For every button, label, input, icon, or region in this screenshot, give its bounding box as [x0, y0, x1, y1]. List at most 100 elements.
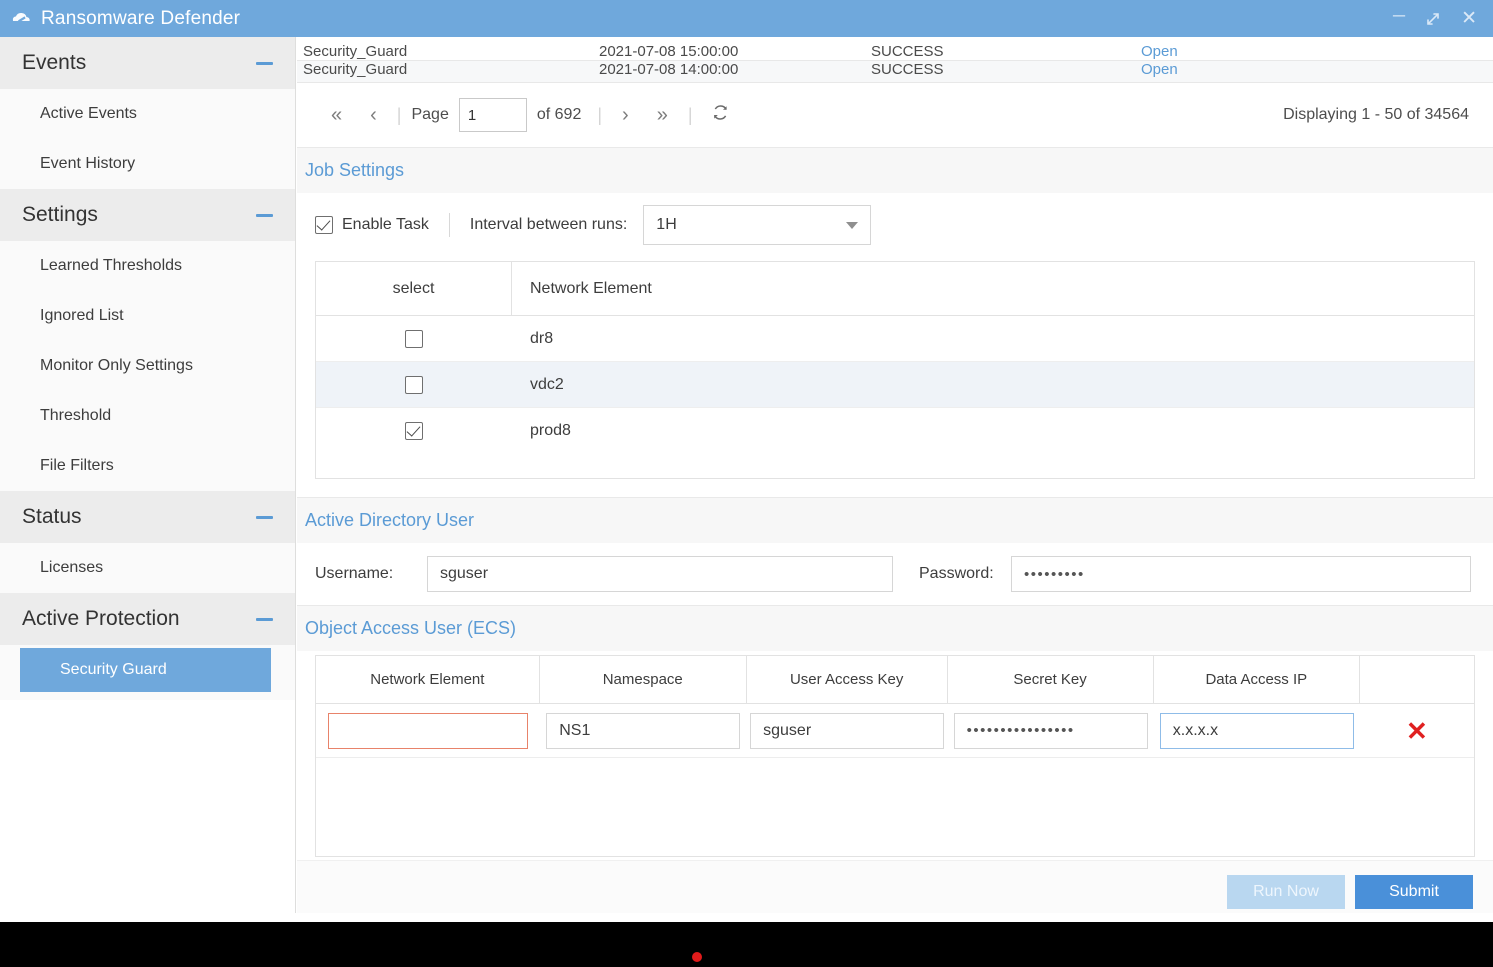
data-access-ip-field[interactable]: x.x.x.x — [1159, 712, 1354, 749]
prev-page-icon[interactable]: ‹ — [356, 105, 391, 125]
minimize-icon[interactable]: ─ — [1393, 7, 1405, 24]
event-name: Security_Guard — [303, 43, 408, 60]
sidebar-group-events[interactable]: Events — [0, 37, 295, 89]
password-value: ••••••••• — [1024, 565, 1085, 583]
maximize-icon[interactable] — [1425, 11, 1441, 27]
row-checkbox[interactable] — [405, 329, 423, 348]
sidebar-group-title: Status — [22, 505, 82, 528]
divider: | — [396, 104, 402, 125]
object-access-user-table: Network Element Namespace User Access Ke… — [315, 655, 1475, 857]
sidebar-item-threshold[interactable]: Threshold — [0, 391, 295, 441]
table-row[interactable]: prod8 — [316, 408, 1474, 454]
sidebar-group-status[interactable]: Status — [0, 491, 295, 543]
row-select-cell — [316, 375, 512, 394]
delete-row-icon[interactable]: ✕ — [1406, 718, 1428, 744]
next-page-icon[interactable]: › — [608, 105, 643, 125]
active-directory-fields: Username: sguser Password: ••••••••• — [297, 543, 1493, 605]
first-page-icon[interactable]: « — [317, 105, 356, 125]
table-header-row: Network Element Namespace User Access Ke… — [316, 656, 1474, 704]
sidebar-item-file-filters[interactable]: File Filters — [0, 441, 295, 491]
divider: | — [597, 104, 603, 125]
network-element-select[interactable] — [327, 712, 528, 749]
minus-icon[interactable] — [256, 515, 273, 519]
username-field[interactable]: sguser — [427, 556, 893, 592]
row-checkbox[interactable] — [405, 375, 423, 394]
section-title: Job Settings — [305, 160, 405, 180]
table-row[interactable]: vdc2 — [316, 362, 1474, 408]
sidebar-group-body-events: Active Events Event History — [0, 89, 295, 189]
application-window: Ransomware Defender ─ ✕ Events Active Ev… — [0, 0, 1493, 967]
divider — [448, 213, 450, 237]
page-label: Page — [411, 106, 449, 123]
last-page-icon[interactable]: » — [643, 105, 682, 125]
data-access-ip-value: x.x.x.x — [1172, 721, 1219, 739]
password-field[interactable]: ••••••••• — [1011, 556, 1471, 592]
secret-key-field[interactable]: •••••••••••••••• — [953, 712, 1148, 749]
sidebar-group-body-active-protection: Security Guard — [0, 645, 295, 700]
table-row[interactable]: dr8 — [316, 316, 1474, 362]
section-title: Active Directory User — [305, 510, 475, 530]
interval-select[interactable]: 1H — [643, 205, 872, 245]
table-row: NS1 sguser •••••••••••••••• x.x.x.x ✕ — [316, 704, 1474, 758]
column-header-network-element: Network Element — [316, 656, 540, 703]
column-header-secret-key: Secret Key — [948, 656, 1154, 703]
sidebar-item-learned-thresholds[interactable]: Learned Thresholds — [0, 241, 295, 291]
window-title: Ransomware Defender — [41, 7, 241, 29]
sidebar-item-monitor-only-settings[interactable]: Monitor Only Settings — [0, 341, 295, 391]
minus-icon[interactable] — [256, 617, 273, 621]
sidebar-group-settings[interactable]: Settings — [0, 189, 295, 241]
column-header-namespace: Namespace — [540, 656, 747, 703]
pagination-bar: « ‹ | Page of 692 | › » | Displaying 1 -… — [297, 83, 1493, 147]
window-bottom-edge — [0, 913, 1493, 922]
sidebar-group-title: Active Protection — [22, 607, 180, 630]
sidebar-item-active-events[interactable]: Active Events — [0, 89, 295, 139]
event-date: 2021-07-08 15:00:00 — [599, 43, 739, 60]
close-icon[interactable]: ✕ — [1461, 9, 1477, 28]
namespace-field[interactable]: NS1 — [546, 712, 741, 749]
sidebar-item-security-guard[interactable]: Security Guard — [20, 648, 271, 692]
secret-key-value: •••••••••••••••• — [966, 722, 1075, 739]
table-empty-space — [316, 758, 1474, 856]
user-access-key-field[interactable]: sguser — [750, 712, 945, 749]
minus-icon[interactable] — [256, 213, 273, 217]
sidebar-group-active-protection[interactable]: Active Protection — [0, 593, 295, 645]
event-status: SUCCESS — [871, 43, 944, 60]
event-open-link[interactable]: Open — [1141, 43, 1178, 60]
column-header-data-access-ip: Data Access IP — [1154, 656, 1360, 703]
sidebar-group-title: Events — [22, 51, 87, 74]
chevron-down-icon — [846, 221, 859, 229]
section-header-job-settings: Job Settings — [297, 147, 1493, 193]
sidebar-group-title: Settings — [22, 203, 98, 226]
event-open-link[interactable]: Open — [1141, 61, 1178, 78]
cell-user-access-key: sguser — [747, 704, 948, 757]
cell-namespace: NS1 — [540, 704, 747, 757]
table-row[interactable]: Security_Guard 2021-07-08 15:00:00 SUCCE… — [297, 37, 1493, 61]
run-now-button[interactable]: Run Now — [1227, 874, 1345, 909]
enable-task-checkbox[interactable] — [315, 216, 333, 234]
section-header-active-directory-user: Active Directory User — [297, 497, 1493, 543]
cell-data-access-ip: x.x.x.x — [1154, 704, 1360, 757]
screen-black-strip — [0, 922, 1493, 967]
row-checkbox[interactable] — [405, 422, 423, 440]
submit-button[interactable]: Submit — [1355, 874, 1473, 909]
sidebar-item-event-history[interactable]: Event History — [0, 139, 295, 189]
network-elements-table: select Network Element dr8 vdc2 prod8 — [315, 261, 1475, 479]
table-header-row: select Network Element — [316, 262, 1474, 316]
column-header-actions — [1360, 656, 1474, 703]
table-empty-space — [316, 454, 1474, 478]
sidebar-item-licenses[interactable]: Licenses — [0, 543, 295, 593]
column-header-select: select — [316, 262, 512, 315]
row-network-element: vdc2 — [530, 375, 564, 393]
title-bar: Ransomware Defender ─ ✕ — [0, 0, 1493, 37]
section-header-object-access-user: Object Access User (ECS) — [297, 605, 1493, 651]
sidebar: Events Active Events Event History Setti… — [0, 37, 296, 922]
divider: | — [687, 104, 693, 125]
section-title: Object Access User (ECS) — [305, 618, 517, 638]
user-access-key-value: sguser — [763, 721, 812, 739]
table-row[interactable]: Security_Guard 2021-07-08 14:00:00 SUCCE… — [297, 61, 1493, 83]
sidebar-item-ignored-list[interactable]: Ignored List — [0, 291, 295, 341]
minus-icon[interactable] — [256, 61, 273, 65]
refresh-icon[interactable] — [699, 103, 742, 127]
sidebar-group-body-status: Licenses — [0, 543, 295, 593]
page-input[interactable] — [458, 98, 527, 132]
